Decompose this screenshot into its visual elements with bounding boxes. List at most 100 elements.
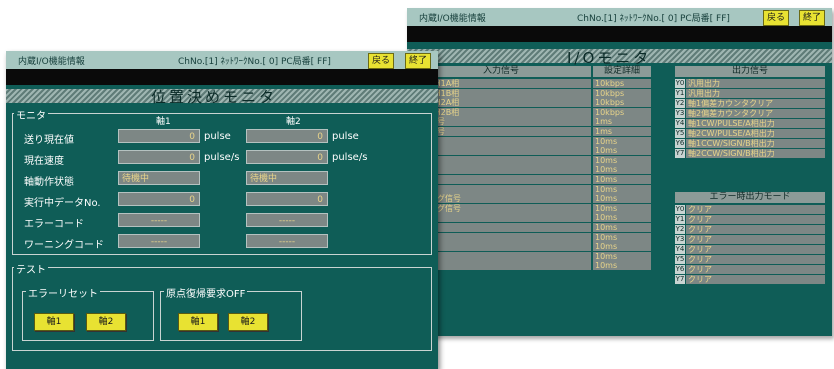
error-output-mode-row: Y1 クリア — [675, 215, 825, 224]
input-signal-row: 汎入力10ms — [411, 184, 651, 194]
output-signal-label: 軸2CCW/SIGN/B相出力 — [686, 149, 825, 158]
axis1-error-code-value: ----- — [118, 213, 200, 227]
output-signal-row: Y4 軸1CW/PULSE/A相出力 — [675, 119, 825, 128]
home-request-label: 原点復帰要求OFF — [164, 285, 248, 300]
error-output-mode-label: クリア — [686, 235, 825, 244]
axis2-position-value: 0 — [246, 129, 328, 143]
input-signal-detail: 10kbps — [593, 88, 651, 98]
input-signal-row: 原点ドグ信号10ms — [411, 203, 651, 213]
input-signal-header: 入力信号 — [411, 66, 591, 77]
output-signal-number: Y6 — [675, 139, 685, 148]
axis1-speed-value: 0 — [118, 150, 200, 164]
output-signal-label: 軸1CCW/SIGN/B相出力 — [686, 139, 825, 148]
input-signal-detail: 10ms — [593, 242, 651, 252]
output-signal-label: 汎用出力 — [686, 89, 825, 98]
pos-back-button[interactable]: 戻る — [368, 53, 395, 69]
input-signal-name: 汎入力 — [411, 223, 591, 232]
output-signal-label: 軸2CW/PULSE/A相出力 — [686, 129, 825, 138]
axis1-position-value: 0 — [118, 129, 200, 143]
output-signal-number: Y1 — [675, 89, 685, 98]
input-signal-detail: 1ms — [593, 117, 651, 127]
error-output-mode-label: クリア — [686, 255, 825, 264]
error-output-mode-row: Y3 クリア — [675, 235, 825, 244]
error-output-mode-number: Y2 — [675, 225, 685, 234]
pos-window-title: 内蔵I/O機能情報 — [18, 57, 85, 67]
pos-channel-info: ChNo.[1] ﾈｯﾄﾜｰｸNo.[ 0] PC局番[ FF] — [178, 57, 331, 67]
error-output-mode-label: クリア — [686, 275, 825, 284]
input-signal-name: ｶｳﾝﾀCH2B相 — [411, 107, 591, 117]
input-signal-detail: 10ms — [593, 261, 651, 271]
error-reset-axis2-button[interactable]: 軸2 — [86, 313, 126, 331]
pos-end-button[interactable]: 終了 — [405, 53, 432, 69]
output-signal-number: Y3 — [675, 109, 685, 118]
input-signal-name: 汎入力 — [411, 213, 591, 223]
axis2-error-code-value: ----- — [246, 213, 328, 227]
input-signal-detail: 10ms — [593, 136, 651, 146]
error-reset-axis1-button[interactable]: 軸1 — [34, 313, 74, 331]
axis2-data-no-value: 0 — [246, 192, 328, 206]
axis1-header: 軸1 — [156, 117, 171, 127]
error-output-mode-header: エラー時出力モード — [675, 192, 825, 203]
error-output-mode-row: Y6 クリア — [675, 265, 825, 274]
output-signal-label: 汎用出力 — [686, 79, 825, 88]
input-signal-row: ｶｳﾝﾀCH1A相10kbps — [411, 79, 651, 88]
input-signal-detail: 10ms — [593, 232, 651, 242]
axis1-speed-unit: pulse/s — [204, 152, 240, 163]
test-label: テスト — [14, 261, 48, 276]
pos-divider — [6, 69, 438, 85]
input-signal-row: 汎入力10ms — [411, 242, 651, 252]
io-back-button[interactable]: 戻る — [763, 10, 790, 26]
input-signal-row: ｶｳﾝﾀCH2B相10kbps — [411, 107, 651, 117]
io-monitor-screen: 内蔵I/O機能情報 ChNo.[1] ﾈｯﾄﾜｰｸNo.[ 0] PC局番[ F… — [407, 8, 832, 336]
error-output-mode-number: Y6 — [675, 265, 685, 274]
input-signal-name: 汎入力 — [411, 136, 591, 146]
input-signal-detail: 1ms — [593, 127, 651, 136]
input-signal-row: 汎入力10ms — [411, 146, 651, 156]
setting-detail-header: 設定詳細 — [593, 66, 651, 77]
output-signal-number: Y4 — [675, 119, 685, 128]
error-output-mode-label: クリア — [686, 265, 825, 274]
error-output-mode-row: Y5 クリア — [675, 255, 825, 264]
axis1-data-no-value: 0 — [118, 192, 200, 206]
output-signal-row: Y0 汎用出力 — [675, 79, 825, 88]
input-signal-row: 汎入力10ms — [411, 232, 651, 242]
input-signal-detail: 10kbps — [593, 79, 651, 88]
input-signal-name: 汎入力 — [411, 146, 591, 156]
output-signal-row: Y5 軸2CW/PULSE/A相出力 — [675, 129, 825, 138]
input-signal-row: 零点信号1ms — [411, 127, 651, 136]
input-signal-detail: 10kbps — [593, 98, 651, 108]
output-signal-row: Y1 汎用出力 — [675, 89, 825, 98]
input-signal-detail: 10ms — [593, 203, 651, 213]
axis2-state-value: 待機中 — [246, 171, 328, 185]
input-signal-row: 汎入力10ms — [411, 175, 651, 184]
axis2-warning-code-value: ----- — [246, 234, 328, 248]
error-output-mode-label: クリア — [686, 225, 825, 234]
output-signal-number: Y7 — [675, 149, 685, 158]
input-signal-detail: 10ms — [593, 155, 651, 165]
axis1-state-value: 待機中 — [118, 171, 200, 185]
input-signal-detail: 10ms — [593, 213, 651, 223]
output-signal-row: Y2 軸1偏差カウンタクリア — [675, 99, 825, 108]
input-signal-name: ｶｳﾝﾀCH1A相 — [411, 79, 591, 88]
axis-state-label: 軸動作状態 — [24, 177, 74, 188]
axis2-position-unit: pulse — [332, 131, 359, 142]
input-signal-name: 汎入力 — [411, 155, 591, 165]
input-signal-row: 汎入力10ms — [411, 165, 651, 175]
io-end-button[interactable]: 終了 — [799, 10, 826, 26]
home-request-axis1-button[interactable]: 軸1 — [178, 313, 218, 331]
input-signal-name: 汎入力 — [411, 232, 591, 242]
error-output-mode-label: クリア — [686, 215, 825, 224]
input-signal-name: 零点信号 — [411, 127, 591, 136]
input-signal-detail: 10kbps — [593, 107, 651, 117]
input-signal-name: 汎入力 — [411, 261, 591, 271]
home-request-axis2-button[interactable]: 軸2 — [228, 313, 268, 331]
error-output-mode-number: Y0 — [675, 205, 685, 214]
error-output-mode-row: Y0 クリア — [675, 205, 825, 214]
input-signal-name: 汎入力 — [411, 184, 591, 194]
pos-title-bar: 内蔵I/O機能情報 ChNo.[1] ﾈｯﾄﾜｰｸNo.[ 0] PC局番[ F… — [6, 51, 438, 69]
positioning-monitor-screen: 内蔵I/O機能情報 ChNo.[1] ﾈｯﾄﾜｰｸNo.[ 0] PC局番[ F… — [6, 51, 438, 369]
error-code-label: エラーコード — [24, 219, 84, 230]
input-signal-name: 零点信号 — [411, 117, 591, 127]
error-output-mode-number: Y7 — [675, 275, 685, 284]
input-signal-row: 汎入力10ms — [411, 155, 651, 165]
